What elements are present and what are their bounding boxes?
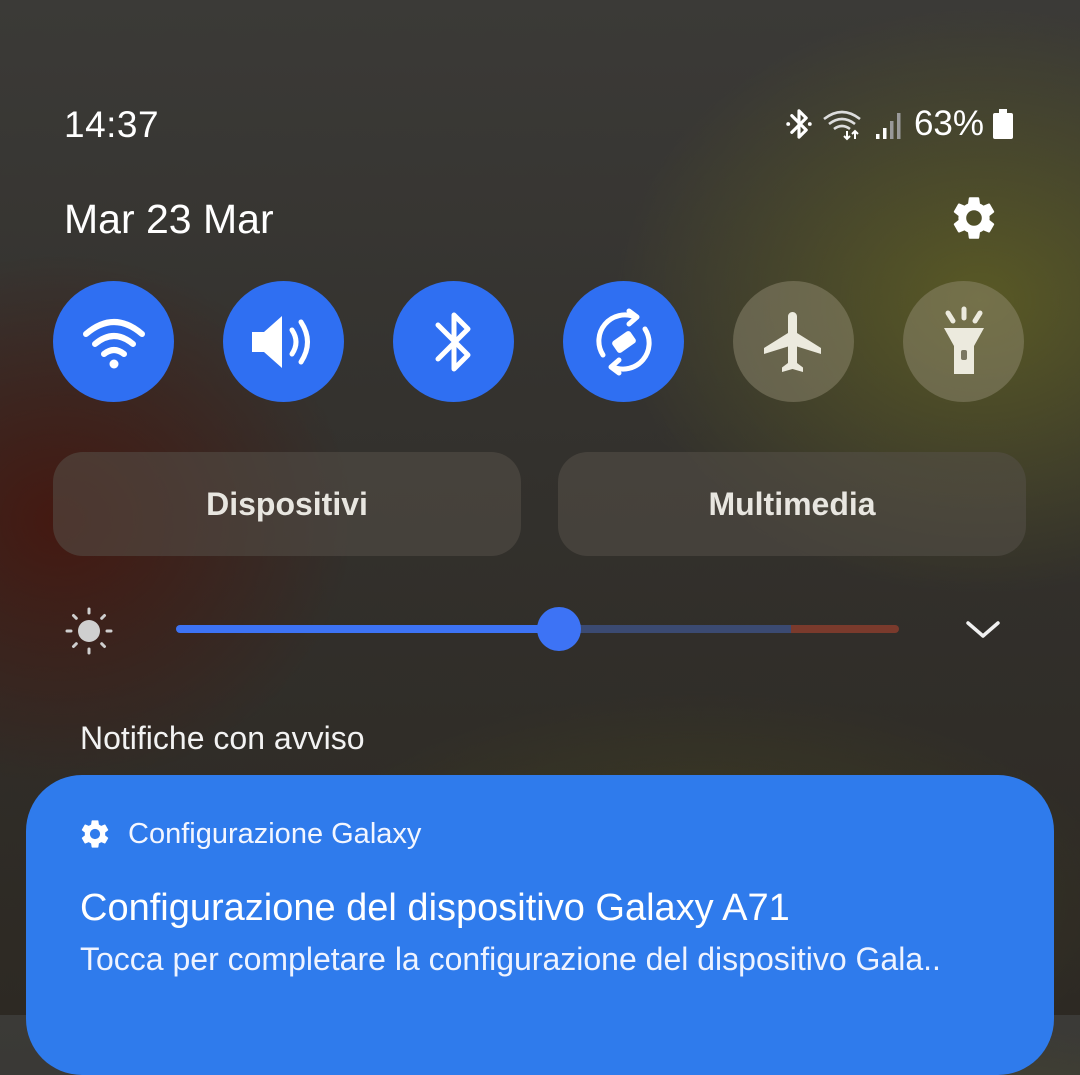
status-icons: 63% — [784, 104, 1014, 144]
gear-icon — [81, 820, 109, 848]
bluetooth-icon — [435, 312, 470, 371]
notification-header: Configurazione Galaxy — [78, 817, 421, 851]
devices-button[interactable]: Dispositivi — [53, 452, 521, 556]
bluetooth-icon — [786, 109, 812, 139]
signal-icon — [875, 113, 901, 139]
media-button[interactable]: Multimedia — [558, 452, 1026, 556]
notification-card[interactable]: Configurazione Galaxy Configurazione del… — [26, 775, 1054, 1075]
notification-title: Configurazione del dispositivo Galaxy A7… — [80, 887, 790, 929]
notification-app-name: Configurazione Galaxy — [128, 817, 422, 850]
sun-icon — [65, 607, 113, 655]
airplane-icon — [763, 311, 821, 372]
battery-icon — [993, 109, 1013, 139]
gear-icon[interactable] — [948, 192, 1000, 244]
toggle-wifi[interactable] — [53, 281, 174, 402]
wifi-data-icon — [823, 110, 861, 141]
wifi-icon — [82, 318, 145, 368]
chevron-down-icon[interactable] — [962, 614, 1004, 644]
toggle-airplane-mode[interactable] — [733, 281, 854, 402]
rotate-icon — [595, 308, 652, 375]
flashlight-icon — [943, 306, 984, 374]
notification-body: Tocca per completare la configurazione d… — [80, 941, 941, 977]
toggle-bluetooth[interactable] — [393, 281, 514, 402]
brightness-slider-thumb[interactable] — [537, 607, 581, 651]
toggle-sound[interactable] — [223, 281, 344, 402]
toggle-auto-rotate[interactable] — [563, 281, 684, 402]
speaker-icon — [251, 315, 310, 368]
battery-percent: 63% — [913, 104, 984, 143]
notifications-section-title: Notifiche con avviso — [80, 720, 365, 756]
panel-date: Mar 23 Mar — [64, 196, 274, 242]
toggle-flashlight[interactable] — [903, 281, 1024, 402]
status-time: 14:37 — [64, 104, 160, 145]
